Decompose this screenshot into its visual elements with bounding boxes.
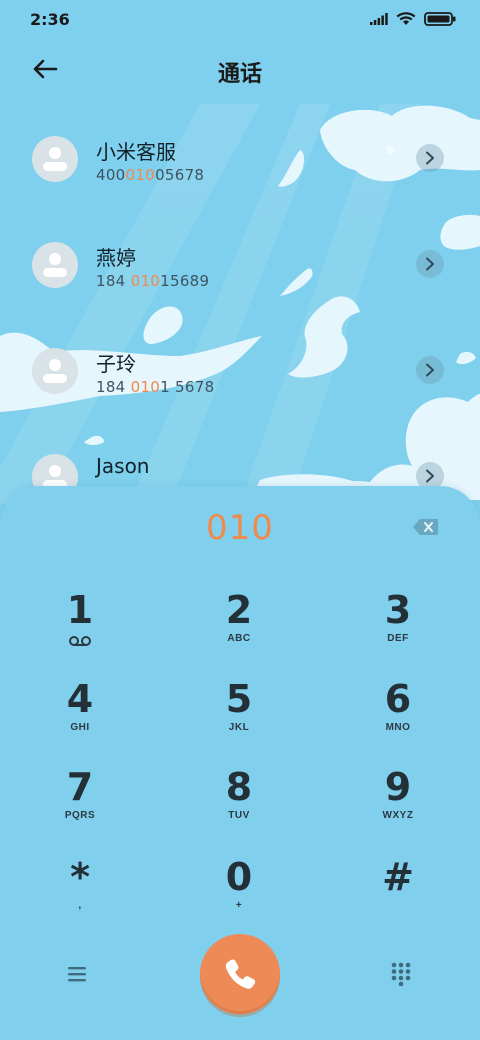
wifi-icon [396,12,416,25]
number-suffix: 05678 [155,166,205,184]
backspace-icon[interactable] [412,517,440,537]
key-7[interactable]: 7 PQRS [20,765,140,845]
title-bar: 通话 [0,40,480,104]
key-letters: WXYZ [382,810,414,821]
contact-name: 燕婷 [96,246,136,270]
key-digit: 2 [225,588,253,632]
key-8[interactable]: 8 TUV [179,765,299,845]
chevron-right-icon [426,151,434,165]
number-prefix: 184 [96,272,131,290]
avatar [32,348,78,394]
status-bar: 2:36 [0,0,480,40]
contact-number: 184 0101 5678 [96,378,214,396]
key-letters: GHI [70,722,90,733]
chevron-right-icon [426,469,434,483]
key-digit: 5 [225,677,253,721]
number-prefix: 184 [96,378,131,396]
key-letters: MNO [385,722,411,733]
key-hash[interactable]: # [338,855,458,935]
contact-number: 184 01015689 [96,272,209,290]
key-letters: ABC [227,633,251,644]
key-letters: , [78,900,82,911]
status-time: 2:36 [30,10,70,29]
key-digit: 0 [225,855,253,899]
key-2[interactable]: 2 ABC [179,588,299,668]
key-digit: 4 [66,677,94,721]
number-match: 010 [130,378,161,396]
avatar [32,242,78,288]
voicemail-icon [69,636,91,646]
chevron-right-icon [426,363,434,377]
key-letters: + [235,900,243,911]
key-letters: TUV [228,810,250,821]
key-letters: JKL [228,722,250,733]
key-digit: # [382,855,414,899]
key-letters: DEF [387,633,409,644]
avatar [32,136,78,182]
key-9[interactable]: 9 WXYZ [338,765,458,845]
number-prefix: 400 [96,166,126,184]
key-0[interactable]: 0 + [179,855,299,935]
key-4[interactable]: 4 GHI [20,677,140,757]
contact-row[interactable]: 小米客服 40001005678 [0,128,480,228]
key-3[interactable]: 3 DEF [338,588,458,668]
person-icon [43,253,67,277]
key-digit: * [70,855,90,899]
page-title: 通话 [217,62,262,87]
contact-row[interactable]: 子玲 184 0101 5678 [0,340,480,440]
contact-row[interactable]: 燕婷 184 01015689 [0,234,480,334]
person-icon [43,147,67,171]
contact-name: Jason [96,454,150,478]
call-button[interactable] [200,934,280,1014]
key-digit: 1 [66,588,94,632]
number-suffix: 1 5678 [160,378,215,396]
menu-icon[interactable] [66,964,88,984]
dialed-number: 010 [206,508,274,548]
key-digit: 9 [384,765,412,809]
key-digit: 6 [384,677,412,721]
contact-detail-button[interactable] [416,144,444,172]
person-icon [43,359,67,383]
number-match: 010 [130,272,161,290]
status-icons [370,12,456,26]
key-digit: 7 [66,765,94,809]
number-match: 010 [125,166,156,184]
key-1[interactable]: 1 [20,588,140,668]
contact-detail-button[interactable] [416,356,444,384]
key-digit: 8 [225,765,253,809]
contact-name: 小米客服 [96,140,176,164]
key-letters: PQRS [64,810,96,821]
contact-number: 40001005678 [96,166,204,184]
chevron-right-icon [426,257,434,271]
signal-icon [370,13,388,25]
number-suffix: 15689 [160,272,210,290]
keypad-icon[interactable] [390,962,412,986]
contact-detail-button[interactable] [416,250,444,278]
key-6[interactable]: 6 MNO [338,677,458,757]
contact-name: 子玲 [96,352,136,376]
battery-icon [424,12,456,26]
phone-icon [225,959,256,989]
key-star[interactable]: * , [20,855,140,935]
key-digit: 3 [384,588,412,632]
key-5[interactable]: 5 JKL [179,677,299,757]
